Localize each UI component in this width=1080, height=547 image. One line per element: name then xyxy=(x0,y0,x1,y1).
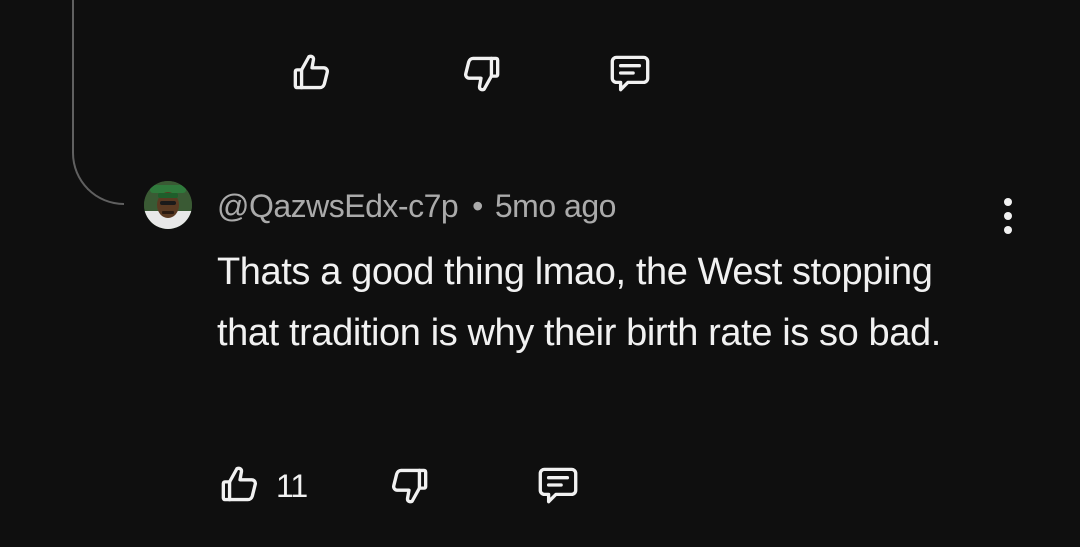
timestamp[interactable]: 5mo ago xyxy=(495,188,617,224)
dislike-button[interactable] xyxy=(384,460,434,510)
parent-dislike-button[interactable] xyxy=(456,48,506,98)
like-count: 11 xyxy=(276,468,308,504)
comment-icon xyxy=(605,48,655,98)
parent-reply-button[interactable] xyxy=(605,48,655,98)
vertical-dots-icon xyxy=(1002,196,1014,241)
avatar[interactable] xyxy=(144,181,192,229)
thumbs-up-icon xyxy=(287,48,337,98)
comment-icon xyxy=(533,460,583,510)
meta-separator: • xyxy=(472,188,483,224)
avatar-image xyxy=(144,181,192,229)
parent-like-button[interactable] xyxy=(287,48,337,98)
thumbs-up-icon xyxy=(215,460,265,510)
author-handle[interactable]: @QazwsEdx-c7p xyxy=(217,188,459,224)
comment-menu-button[interactable] xyxy=(990,195,1026,241)
thumbs-down-icon xyxy=(384,460,434,510)
reply-button[interactable] xyxy=(533,460,583,510)
comment-text: Thats a good thing lmao, the West stoppi… xyxy=(217,251,941,354)
like-button[interactable] xyxy=(215,460,265,510)
thumbs-down-icon xyxy=(456,48,506,98)
thread-connector-line xyxy=(72,0,124,205)
comment-meta: @QazwsEdx-c7p • 5mo ago xyxy=(217,188,616,225)
comment-thread: @QazwsEdx-c7p • 5mo ago Thats a good thing… xyxy=(0,0,1080,547)
